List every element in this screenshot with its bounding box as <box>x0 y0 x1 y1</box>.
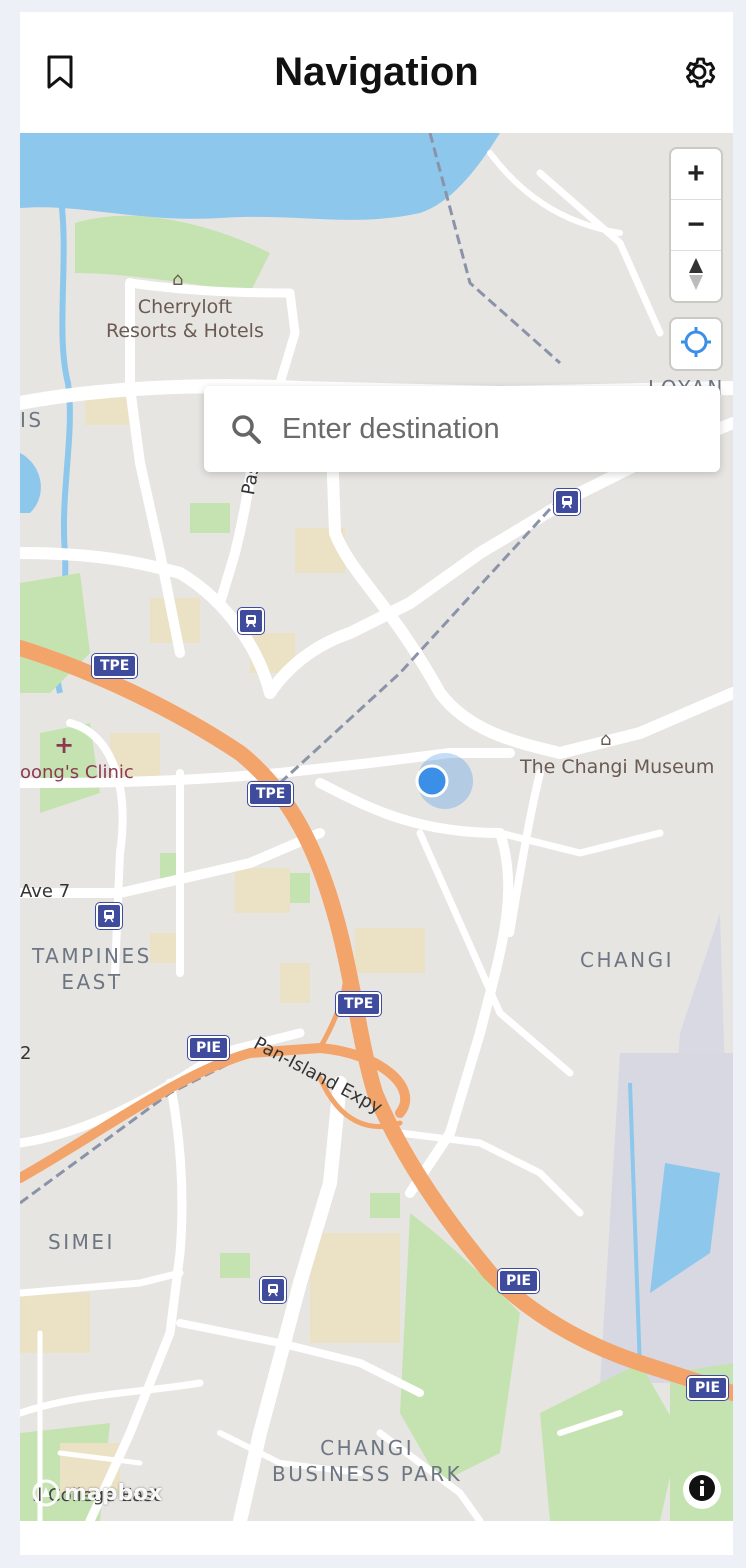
museum-label: The Changi Museum <box>520 756 715 778</box>
locate-button[interactable] <box>671 319 721 369</box>
hotel-label-line1: Cherryloft <box>137 296 233 318</box>
business-park-line1: CHANGI <box>320 1436 415 1460</box>
train-station-icon <box>554 489 580 515</box>
tampines-east-line1: TAMPINES <box>32 944 152 968</box>
tampines-east-line2: EAST <box>61 970 123 994</box>
header: Navigation <box>20 12 733 133</box>
tampines-east-label: TAMPINES EAST <box>32 943 152 995</box>
simei-label: SIMEI <box>48 1230 115 1254</box>
hotel-label-line2: Resorts & Hotels <box>106 320 264 342</box>
mapbox-logo: mapbox <box>32 1479 163 1507</box>
hotel-label: Cherryloft Resorts & Hotels <box>106 295 264 343</box>
map-zoom-controls: + − <box>671 149 721 301</box>
search-icon <box>230 413 262 445</box>
clinic-label: oong's Clinic <box>20 762 134 783</box>
locate-icon <box>679 325 713 364</box>
tpe-shield: TPE <box>248 782 294 806</box>
pie-shield: PIE <box>498 1269 540 1293</box>
destination-input[interactable] <box>280 411 684 447</box>
business-park-line2: BUSINESS PARK <box>272 1462 463 1486</box>
attribution-info-button[interactable] <box>683 1471 721 1509</box>
museum-icon: ⌂ <box>600 729 612 750</box>
settings-button[interactable] <box>677 52 721 96</box>
ave7-label: Ave 7 <box>20 881 71 902</box>
clinic-cross-icon: + <box>54 731 75 759</box>
tpe-shield: TPE <box>336 992 382 1016</box>
zoom-out-button[interactable]: − <box>671 200 721 251</box>
app-frame: Navigation Cherryloft Resorts & Hotels T… <box>20 12 733 1555</box>
destination-search-box[interactable] <box>204 386 720 472</box>
zoom-in-button[interactable]: + <box>671 149 721 200</box>
is-label: IS <box>20 408 44 432</box>
road-2-label: 2 <box>20 1043 32 1064</box>
business-park-label: CHANGI BUSINESS PARK <box>272 1435 462 1487</box>
zoom-out-icon: − <box>687 208 705 241</box>
train-station-icon <box>238 608 264 634</box>
compass-button[interactable] <box>671 251 721 301</box>
gear-icon <box>680 53 718 96</box>
train-station-icon <box>260 1277 286 1303</box>
mapbox-logo-text: mapbox <box>64 1480 163 1506</box>
pie-shield: PIE <box>687 1376 729 1400</box>
hotel-icon: ⌂ <box>172 269 184 290</box>
changi-label: CHANGI <box>580 948 675 972</box>
train-station-icon <box>96 903 122 929</box>
pie-shield: PIE <box>188 1036 230 1060</box>
compass-icon <box>687 257 705 296</box>
zoom-in-icon: + <box>687 157 705 190</box>
map-view[interactable]: Cherryloft Resorts & Hotels The Changi M… <box>20 133 733 1521</box>
info-icon <box>687 1473 717 1508</box>
page-title: Navigation <box>274 50 479 94</box>
mapbox-logo-icon <box>32 1479 60 1507</box>
current-location-marker <box>415 751 475 811</box>
tpe-shield: TPE <box>92 654 138 678</box>
